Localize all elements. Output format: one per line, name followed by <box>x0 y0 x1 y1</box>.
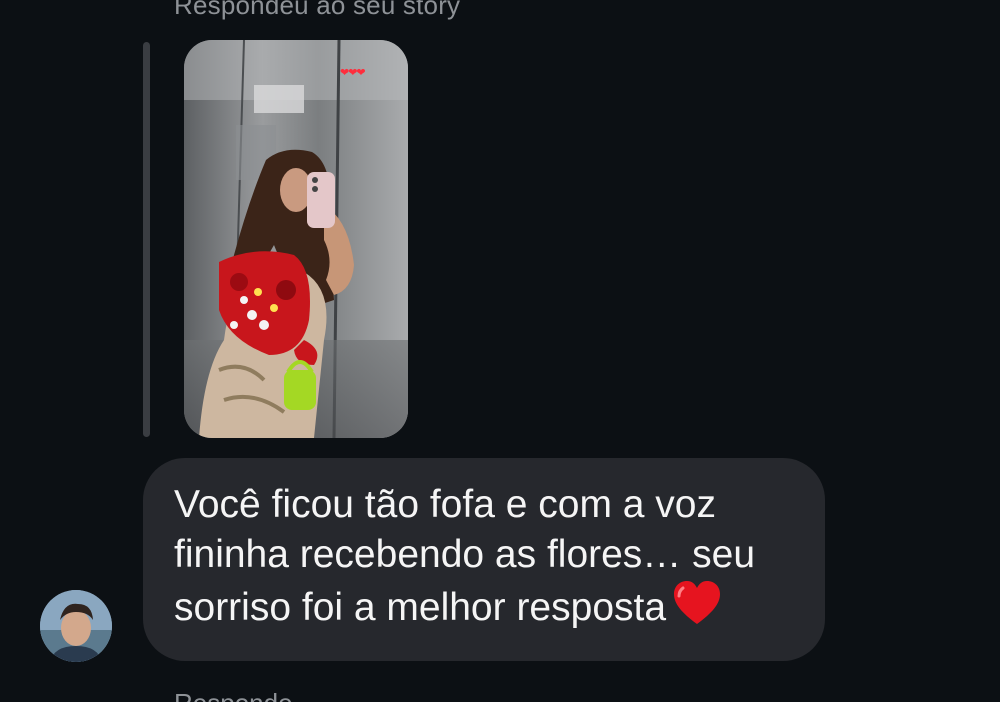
message-line-1: Você ficou tão fofa e com a voz <box>174 483 716 526</box>
message-line-2: fininha recebendo as flores… seu <box>174 533 756 576</box>
story-hearts-sticker: ❤❤❤ <box>340 67 366 79</box>
story-photo <box>184 40 408 438</box>
message-line-3: sorriso foi a melhor resposta <box>174 580 795 633</box>
message-line-3-text: sorriso foi a melhor resposta <box>174 586 667 629</box>
reply-quote-bar <box>143 42 150 437</box>
avatar-photo <box>40 590 112 662</box>
message-bubble[interactable]: Você ficou tão fofa e com a voz fininha … <box>143 458 825 661</box>
reply-context-label: Respondeu ao seu story <box>174 0 461 20</box>
story-thumbnail[interactable]: ❤❤❤ <box>184 40 408 438</box>
next-reply-context-label: Respondeu <box>174 690 294 702</box>
red-heart-icon <box>674 581 721 624</box>
avatar[interactable] <box>40 590 112 662</box>
next-reply-context-text: Respondeu <box>174 690 294 702</box>
chat-screen: Respondeu ao seu story ❤❤❤ Você ficou tã… <box>0 0 1000 702</box>
